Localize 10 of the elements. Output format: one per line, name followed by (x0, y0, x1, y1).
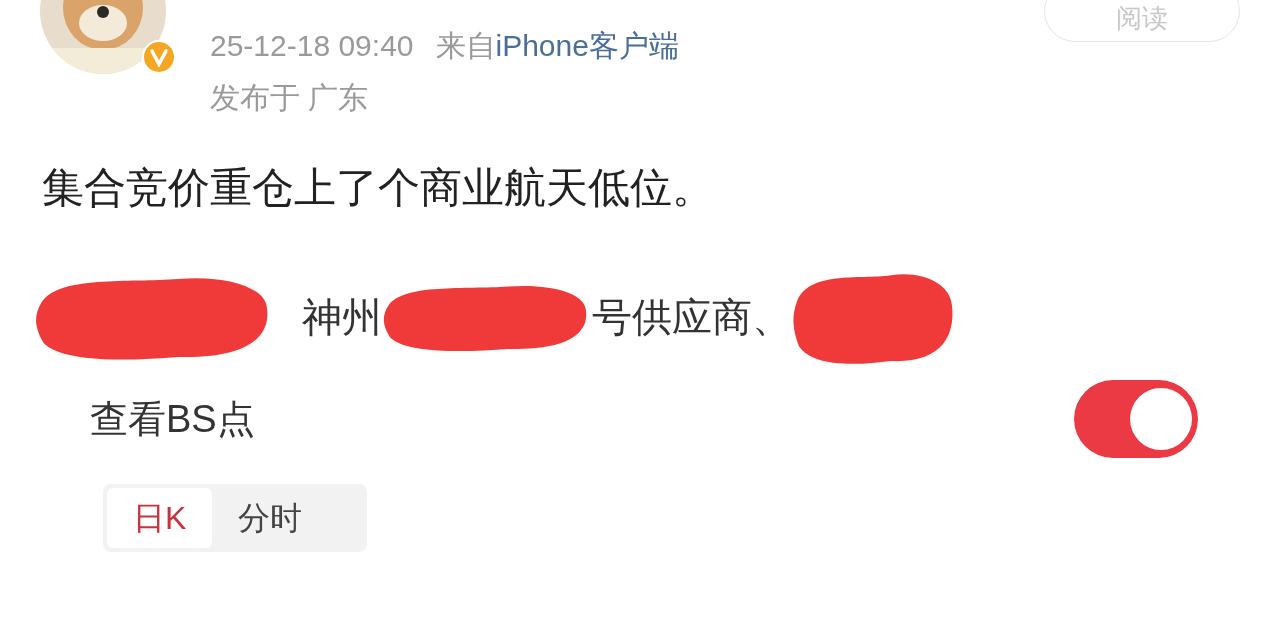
post-time: 25-12-18 09:40 (210, 28, 414, 64)
source-link[interactable]: iPhone客户端 (495, 26, 679, 66)
chart-tab[interactable]: 分时 (212, 488, 329, 548)
setting-label: 查看BS点 (90, 396, 255, 442)
chart-tab[interactable]: 日K (107, 488, 213, 548)
post-text-fragment: 号供应商、 (592, 294, 792, 341)
post-text-fragment: 神州 (302, 294, 382, 341)
post-text: 集合竞价重仓上了个商业航天低位。 (42, 163, 715, 213)
source-label: 来自 (435, 28, 496, 64)
post-location: 发布于 广东 (210, 80, 370, 116)
